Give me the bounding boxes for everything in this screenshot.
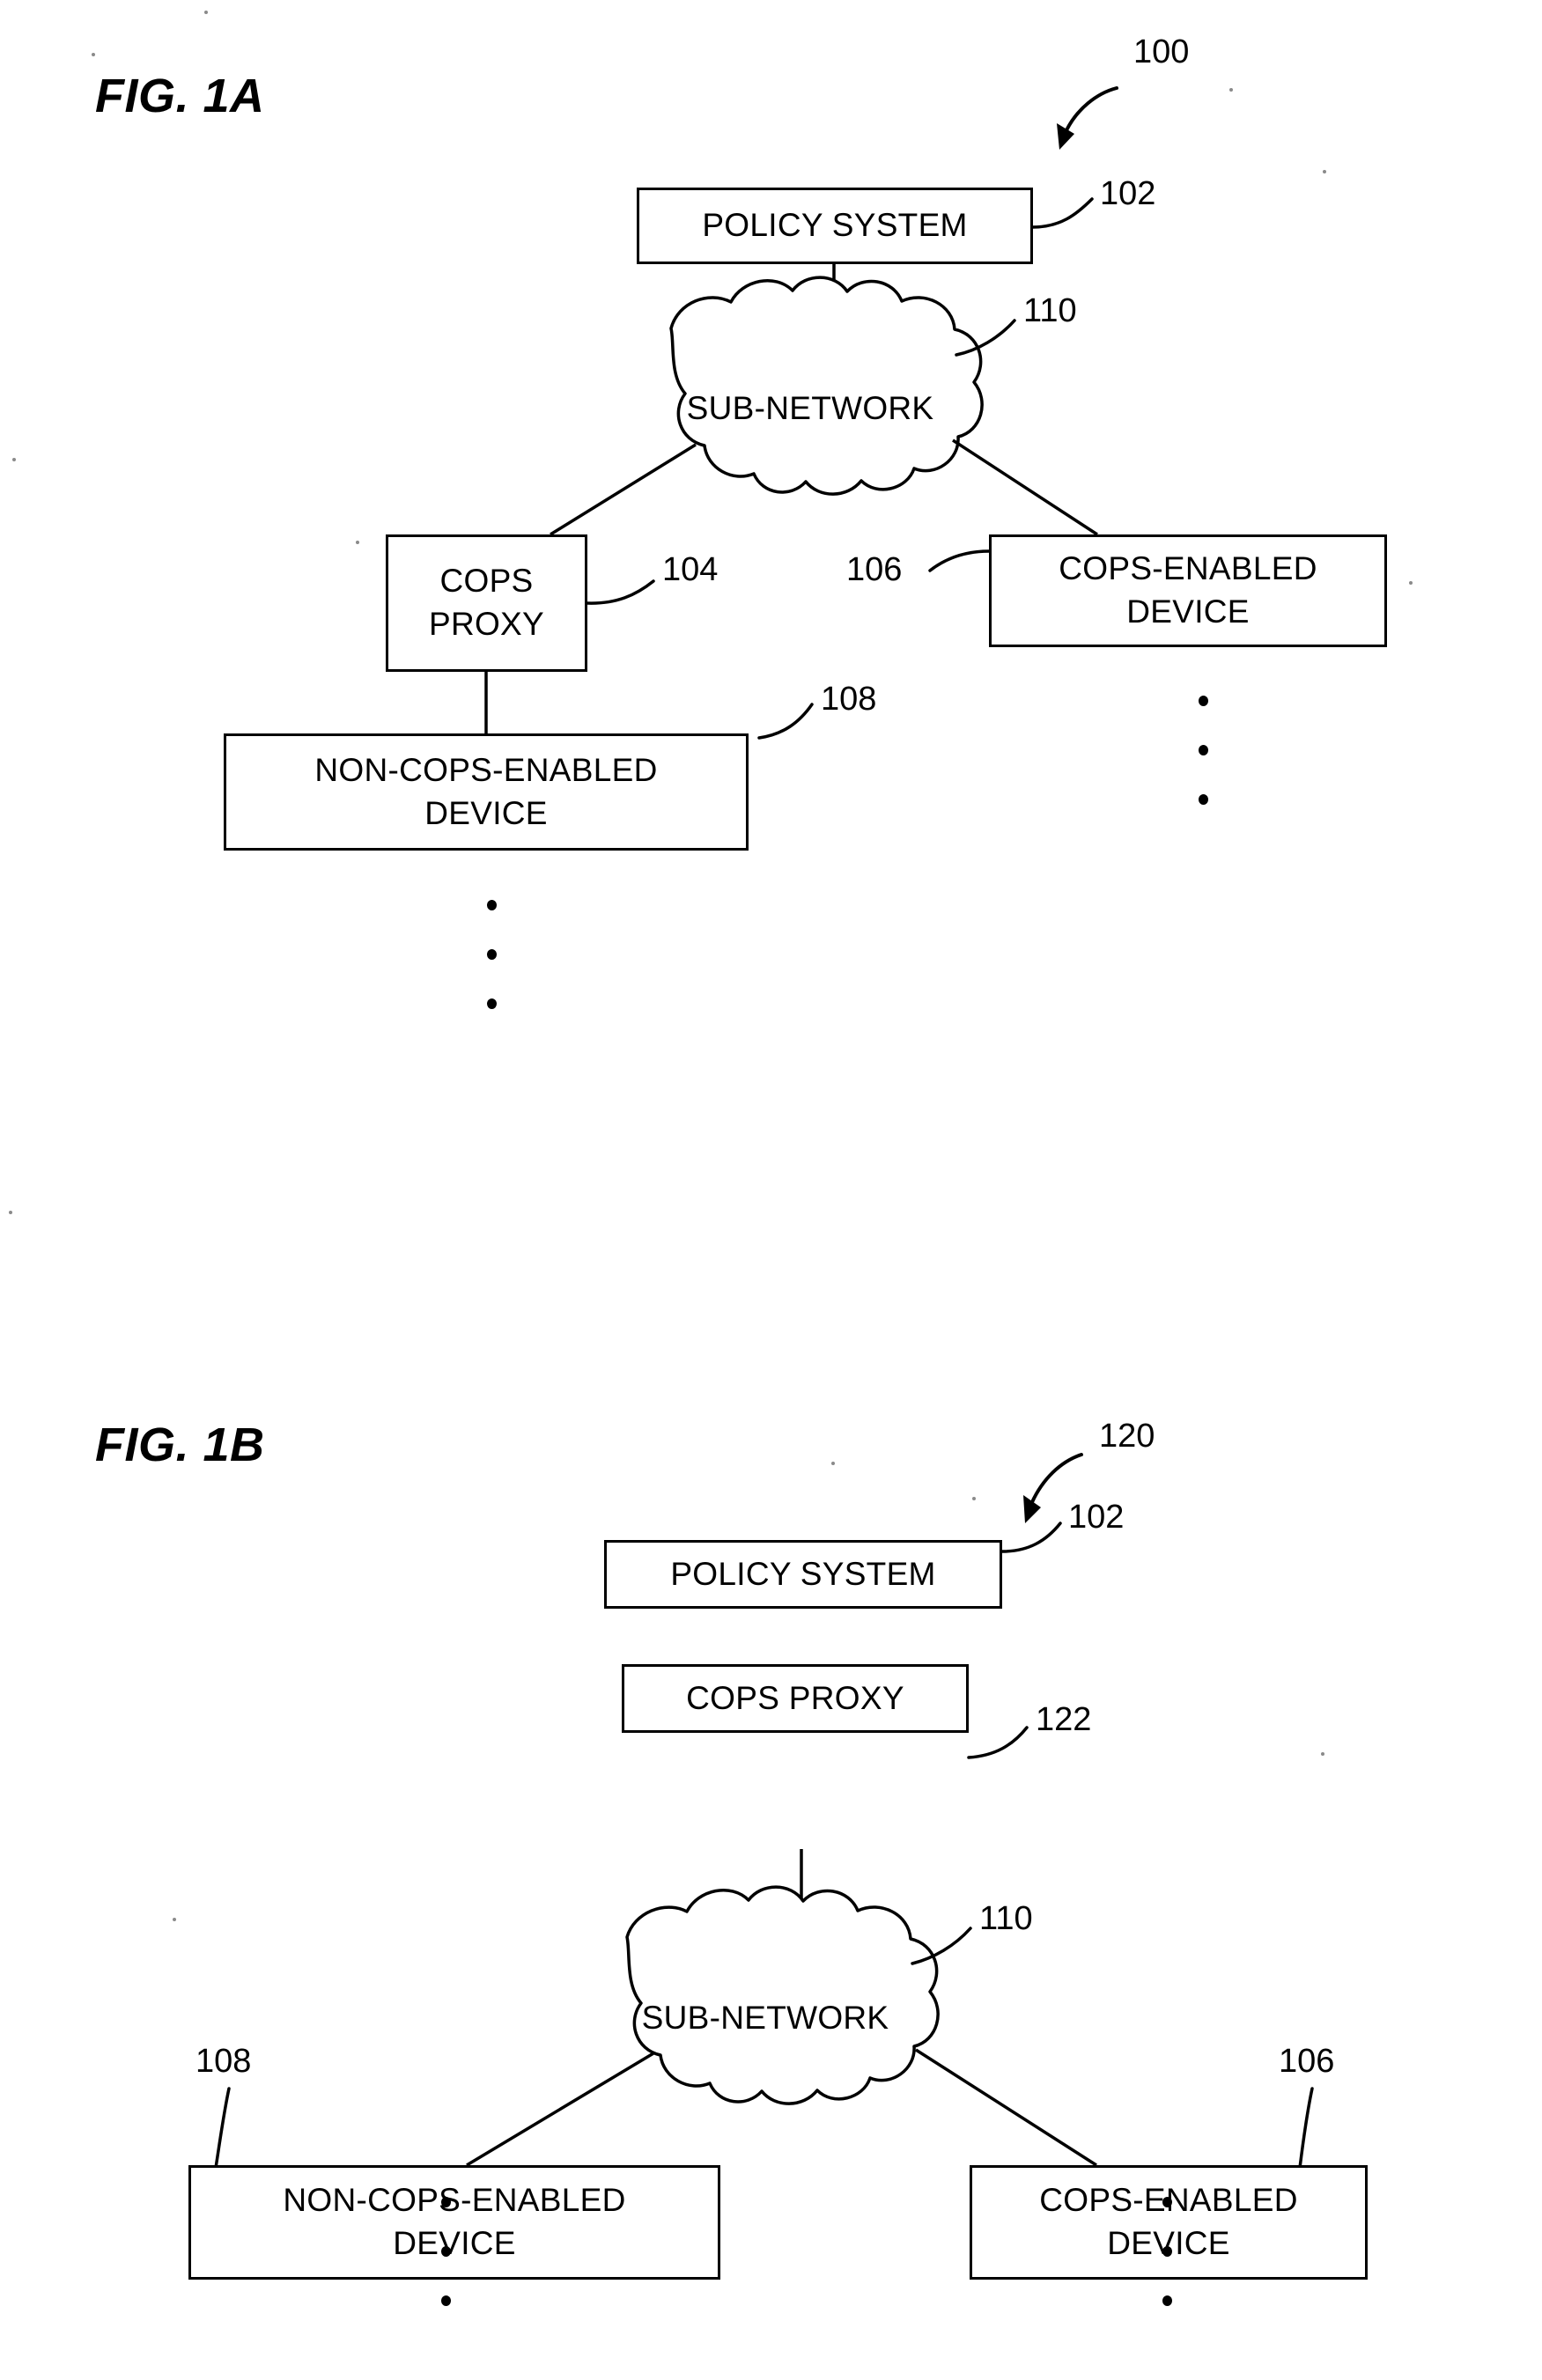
reference-numeral-106-fig1b: 106 (1279, 2043, 1335, 2080)
fig1a-policy-system-label: POLICY SYSTEM (702, 207, 968, 244)
reference-numeral-108-fig1a: 108 (821, 681, 877, 718)
reference-numeral-104: 104 (662, 551, 719, 588)
ellipsis-dot (1199, 696, 1208, 706)
fig1b-link-subnetwork-to-non-cops-device (466, 2052, 654, 2167)
fig1a-leader-102 (1030, 197, 1094, 229)
figure-caption-1a: FIG. 1A (95, 70, 265, 122)
fig1b-policy-system-label: POLICY SYSTEM (670, 1555, 936, 1592)
scan-speck (1321, 1752, 1324, 1756)
reference-numeral-106-fig1a: 106 (846, 551, 903, 588)
fig1a-arrow-100 (1057, 86, 1118, 150)
fig1b-policy-system-box: POLICY SYSTEM (604, 1540, 1002, 1609)
ellipsis-dot (1162, 2295, 1172, 2306)
fig1a-ellipsis-below-cops-enabled-device (1199, 696, 1208, 805)
fig1b-ellipsis-below-cops-enabled-device (1162, 2197, 1172, 2306)
fig1b-cops-proxy-label: COPS PROXY (686, 1679, 904, 1716)
fig1b-leader-106 (1298, 2087, 1314, 2170)
fig1b-non-cops-enabled-device-label-line1: NON-COPS-ENABLED (283, 2182, 626, 2219)
ellipsis-dot (441, 2197, 451, 2207)
scan-speck (204, 11, 208, 14)
fig1a-cops-proxy-box: COPS PROXY (386, 534, 587, 672)
ellipsis-dot (1162, 2246, 1172, 2257)
fig1a-leader-104 (586, 579, 655, 605)
fig1a-ellipsis-below-non-cops-enabled-device (487, 900, 497, 1009)
ellipsis-dot (1199, 794, 1208, 805)
fig1a-cops-enabled-device-label-line1: COPS-ENABLED (1059, 550, 1317, 587)
ellipsis-dot (487, 998, 497, 1009)
fig1a-cops-enabled-device-box: COPS-ENABLED DEVICE (989, 534, 1387, 647)
scan-speck (9, 1211, 12, 1214)
scan-speck (12, 458, 16, 461)
reference-numeral-122: 122 (1036, 1701, 1092, 1738)
fig1a-link-subnetwork-to-cops-enabled-device (952, 438, 1098, 536)
ellipsis-dot (441, 2246, 451, 2257)
ellipsis-dot (487, 949, 497, 960)
fig1b-leader-110 (911, 1927, 972, 1965)
fig1a-non-cops-enabled-device-label-line1: NON-COPS-ENABLED (314, 751, 658, 788)
ellipsis-dot (1199, 745, 1208, 755)
reference-numeral-102-fig1b: 102 (1068, 1499, 1125, 1536)
fig1a-leader-110 (955, 319, 1016, 357)
fig1a-leader-108 (757, 703, 814, 740)
ellipsis-dot (441, 2295, 451, 2306)
scan-speck (1323, 170, 1326, 173)
scan-speck (972, 1497, 976, 1500)
fig1b-link-subnetwork-to-cops-enabled-device (915, 2048, 1097, 2167)
scan-speck (92, 53, 95, 56)
fig1b-ellipsis-below-non-cops-enabled-device (441, 2197, 451, 2306)
reference-numeral-100: 100 (1133, 33, 1190, 70)
reference-numeral-102-fig1a: 102 (1100, 175, 1156, 212)
fig1a-cops-enabled-device-label-line2: DEVICE (1126, 593, 1250, 630)
scan-speck (356, 541, 359, 544)
fig1a-cops-proxy-label-line1: COPS (439, 563, 534, 600)
fig1b-non-cops-enabled-device-label-line2: DEVICE (393, 2225, 516, 2261)
fig1a-non-cops-enabled-device-label-line2: DEVICE (424, 794, 548, 831)
fig1a-subnetwork-cloud-wrap: SUB-NETWORK (671, 291, 956, 498)
figure-caption-1b: FIG. 1B (95, 1418, 265, 1471)
fig1b-leader-102 (1000, 1522, 1062, 1553)
fig1a-non-cops-enabled-device-box: NON-COPS-ENABLED DEVICE (224, 733, 749, 851)
fig1b-leader-122 (967, 1726, 1029, 1759)
fig1a-subnetwork-label: SUB-NETWORK (686, 390, 934, 426)
ellipsis-dot (487, 900, 497, 910)
patent-figure-sheet: FIG. 1A 100 POLICY SYSTEM 102 SUB-NETWOR… (0, 0, 1542, 2380)
reference-numeral-108-fig1b: 108 (196, 2043, 252, 2080)
fig1b-non-cops-enabled-device-box: NON-COPS-ENABLED DEVICE (188, 2165, 720, 2280)
scan-speck (1229, 88, 1233, 92)
fig1a-leader-106 (928, 549, 991, 572)
fig1b-cops-proxy-box: COPS PROXY (622, 1664, 969, 1733)
ellipsis-dot (1162, 2197, 1172, 2207)
reference-numeral-110-fig1a: 110 (1023, 292, 1077, 329)
fig1a-cops-proxy-label-line2: PROXY (428, 606, 545, 642)
fig1b-leader-108 (214, 2087, 231, 2170)
scan-speck (1409, 581, 1413, 585)
reference-numeral-120: 120 (1099, 1418, 1155, 1455)
scan-speck (173, 1918, 176, 1921)
scan-speck (831, 1462, 835, 1465)
reference-numeral-110-fig1b: 110 (979, 1900, 1033, 1937)
fig1b-subnetwork-cloud-wrap: SUB-NETWORK (627, 1900, 911, 2108)
fig1a-policy-system-box: POLICY SYSTEM (637, 188, 1033, 264)
fig1b-subnetwork-label: SUB-NETWORK (641, 2000, 889, 2036)
